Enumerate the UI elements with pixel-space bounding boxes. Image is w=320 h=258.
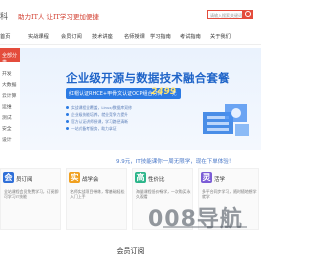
banner-feature: 企业级技能培养，就业竞争力提升 — [71, 112, 128, 117]
category-sidebar: 全部分类 开发 大数据 云计算 运维 测试 安全 设计 — [0, 48, 20, 150]
nav-item-about[interactable]: 关于我们 — [210, 33, 231, 40]
card-desc: 海量课程低价畅学，一次购买永久观看 — [136, 189, 191, 199]
notice-text: 9.9元，IT技能课你一周无限学，现在下单体验！ — [116, 159, 235, 165]
watermark-underline — [163, 226, 247, 228]
search-input[interactable]: 请输入搜索关键词 — [207, 10, 243, 19]
promo-text: 红帽认证RHCE+甲骨文认证OCP组合订阅 — [69, 91, 163, 97]
practice-badge-icon: 实 — [69, 172, 80, 183]
bullet-icon — [66, 113, 69, 116]
card-title: 活学 — [214, 177, 226, 183]
card-desc: 全站课程会员免费学习，订阅即可学习IT技能 — [4, 189, 59, 199]
search-button[interactable] — [243, 10, 253, 19]
card-title: 性价比 — [148, 177, 165, 183]
promo-unit: 元 — [172, 92, 177, 97]
promo-pill: 红帽认证RHCE+甲骨文认证OCP组合订阅 2499 元 — [66, 87, 181, 99]
banner-title: 企业级开源与数据技术融合套餐 — [66, 71, 230, 85]
nav-item-exams[interactable]: 考试指南 — [180, 33, 201, 40]
membership-badge-icon: 会 — [3, 172, 14, 183]
card-desc: 多平台同步学习，随时随地想学就学 — [202, 189, 257, 199]
sidebar-item[interactable]: 开发 — [2, 70, 12, 77]
promo-notice[interactable]: 9.9元，IT技能课你一周无限学，现在下单体验！ — [0, 155, 261, 167]
banner-feature: 实战课程全覆盖，Linux/数据库双修 — [71, 105, 132, 110]
sidebar-header-label: 全部分类 — [2, 53, 18, 66]
nav-item-lectures[interactable]: 技术讲座 — [92, 33, 113, 40]
nav-divider — [0, 44, 261, 45]
nav-item-membership[interactable]: 会员订阅 — [61, 33, 82, 40]
feature-card-membership[interactable]: 会 员订阅 全站课程会员免费学习，订阅即可学习IT技能 — [0, 168, 61, 230]
server-illustration-icon — [203, 104, 249, 136]
card-title: 战学会 — [82, 177, 99, 183]
bullet-icon — [66, 106, 69, 109]
promo-banner[interactable]: 企业级开源与数据技术融合套餐 红帽认证RHCE+甲骨文认证OCP组合订阅 249… — [20, 48, 261, 150]
main-nav: 首页 实战课程 会员订阅 技术讲座 名师授课 学习指南 考试指南 关于我们 — [0, 31, 261, 43]
value-badge-icon: 高 — [135, 172, 146, 183]
nav-item-guide[interactable]: 学习指南 — [150, 33, 171, 40]
site-slogan: 助力IT人 让IT学习更加便捷 — [18, 13, 99, 21]
nav-item-courses[interactable]: 实战课程 — [28, 33, 49, 40]
sidebar-item[interactable]: 运维 — [2, 103, 12, 110]
top-bar: 科 助力IT人 让IT学习更加便捷 请输入搜索关键词 — [0, 0, 261, 30]
sidebar-item[interactable]: 安全 — [2, 125, 12, 132]
sidebar-header: 全部分类 — [0, 48, 20, 66]
sidebar-item[interactable]: 大数据 — [2, 81, 16, 88]
banner-feature: 官方认证讲师授课，学习路径清晰 — [71, 119, 128, 124]
site-logo[interactable]: 科 — [0, 11, 8, 22]
banner-feature: 一站式备考服务，助力拿证 — [71, 126, 117, 131]
site-watermark: 008导航 — [148, 207, 243, 232]
search-icon — [245, 11, 251, 17]
nav-item-home[interactable]: 首页 — [0, 33, 10, 40]
flexible-badge-icon: 灵 — [201, 172, 212, 183]
bullet-icon — [66, 127, 69, 130]
sidebar-item[interactable]: 云计算 — [2, 92, 16, 99]
bullet-icon — [66, 120, 69, 123]
card-title: 员订阅 — [16, 177, 33, 183]
feature-card-practice[interactable]: 实 战学会 名师实战项目带练，零基础轻松入门上手 — [66, 168, 127, 230]
section-title: 会员订阅 — [116, 247, 145, 255]
card-desc: 名师实战项目带练，零基础轻松入门上手 — [70, 189, 125, 199]
nav-item-teachers[interactable]: 名师授课 — [124, 33, 145, 40]
sidebar-item[interactable]: 测试 — [2, 114, 12, 121]
sidebar-item[interactable]: 设计 — [2, 136, 12, 143]
